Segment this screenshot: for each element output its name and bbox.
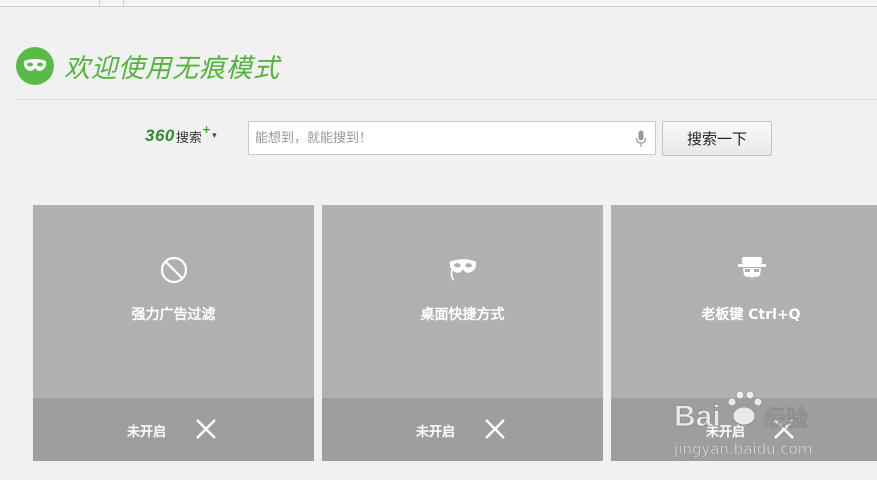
mask-icon <box>448 255 478 285</box>
browser-tab-strip <box>0 0 877 7</box>
search-brand-word: 搜索 <box>175 130 202 146</box>
close-icon[interactable] <box>195 418 217 440</box>
status-text: 未开启 <box>416 425 456 440</box>
search-input[interactable] <box>249 122 631 154</box>
search-box <box>248 121 656 155</box>
close-icon[interactable] <box>484 418 506 440</box>
close-icon[interactable] <box>773 418 795 440</box>
chevron-down-icon[interactable]: ▾ <box>212 131 217 141</box>
search-brand-plus: + <box>201 122 212 136</box>
search-engine-selector[interactable]: 360 搜索 + ▾ <box>145 122 217 146</box>
card-footer: 未开启 <box>322 398 603 461</box>
status-text: 未开启 <box>127 425 167 440</box>
feature-card-ad-filter[interactable]: 强力广告过滤 未开启 <box>33 205 314 461</box>
microphone-icon[interactable] <box>635 130 647 148</box>
feature-card-desktop-shortcut[interactable]: 桌面快捷方式 未开启 <box>322 205 603 461</box>
tab-edge <box>123 0 124 6</box>
card-label: 桌面快捷方式 <box>420 307 505 323</box>
card-label: 强力广告过滤 <box>131 307 216 323</box>
card-label: 老板键 Ctrl+Q <box>701 307 801 323</box>
incognito-logo <box>16 47 54 85</box>
header-divider <box>16 99 877 100</box>
feature-card-boss-key[interactable]: 老板键 Ctrl+Q 未开启 <box>611 205 877 461</box>
mask-icon <box>23 59 47 71</box>
search-brand-number: 360 <box>145 126 175 145</box>
boss-face-icon <box>737 255 767 285</box>
no-entry-icon <box>159 255 189 285</box>
card-footer: 未开启 <box>611 398 877 461</box>
search-button[interactable]: 搜索一下 <box>662 121 772 156</box>
tab-edge <box>99 0 100 6</box>
card-footer: 未开启 <box>33 398 314 461</box>
page-title: 欢迎使用无痕模式 <box>64 53 281 84</box>
page-header: 欢迎使用无痕模式 <box>16 46 280 86</box>
status-text: 未开启 <box>706 425 746 440</box>
